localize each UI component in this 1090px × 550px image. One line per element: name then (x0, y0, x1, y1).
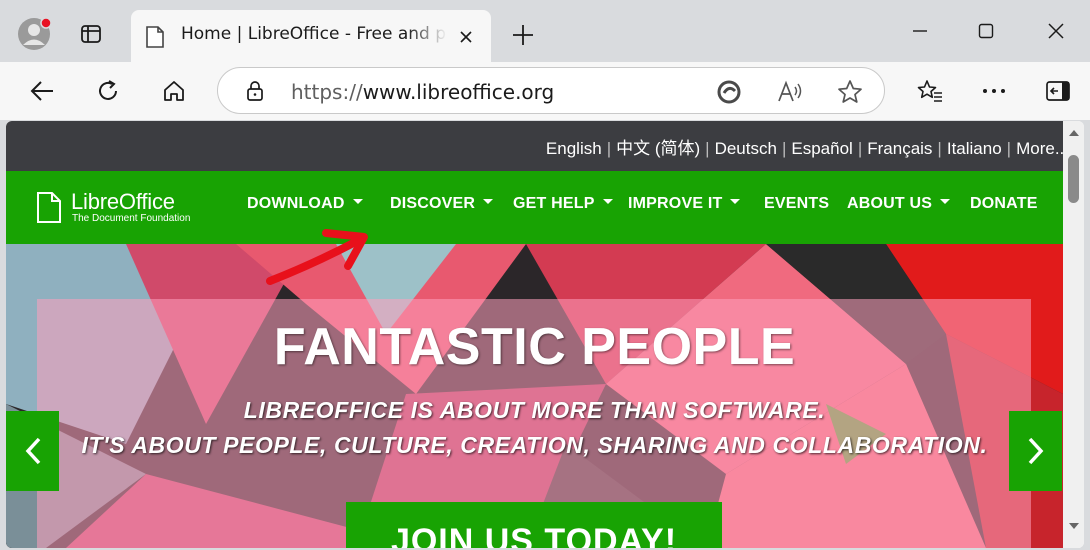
url-host: www.libreoffice.org (362, 80, 555, 104)
hero-headline: FANTASTIC PEOPLE (273, 318, 796, 376)
nav-about-us-label: ABOUT US (847, 195, 933, 212)
hero-carousel: FANTASTIC PEOPLE LIBREOFFICE IS ABOUT MO… (6, 244, 1063, 548)
plus-icon (513, 25, 533, 45)
caret-down-icon (730, 199, 741, 205)
nav-download-label: DOWNLOAD (247, 195, 345, 212)
main-navigation: LibreOffice The Document Foundation DOWN… (6, 171, 1063, 244)
chevron-right-icon (1028, 437, 1043, 465)
browser-toolbar: https://www.libreoffice.org (0, 62, 1090, 120)
close-icon (1048, 23, 1064, 39)
maximize-icon (978, 23, 994, 39)
join-us-button[interactable]: JOIN US TODAY! (346, 502, 722, 548)
language-link[interactable]: 中文 (简体) (616, 139, 700, 158)
minimize-button[interactable] (900, 14, 940, 48)
close-icon (460, 31, 472, 43)
nav-events[interactable]: EVENTS (764, 195, 829, 213)
scroll-down-icon[interactable] (1068, 522, 1080, 530)
nav-discover[interactable]: DISCOVER (390, 195, 494, 213)
favorite-star-icon[interactable] (836, 78, 864, 106)
caret-down-icon (352, 199, 363, 205)
favorites-button[interactable] (910, 72, 950, 110)
nav-get-help[interactable]: GET HELP (513, 195, 613, 213)
edge-refresh-icon[interactable] (716, 79, 742, 105)
language-more-link[interactable]: More... (1016, 139, 1063, 158)
page-viewport: English | 中文 (简体) | Deutsch | Español | Français… (6, 121, 1063, 548)
language-link[interactable]: Italiano (947, 139, 1002, 158)
carousel-prev-button[interactable] (6, 411, 59, 491)
url-scheme: https:// (291, 80, 363, 104)
favorites-list-icon (917, 80, 942, 102)
tab-actions-button[interactable] (75, 18, 107, 50)
refresh-button[interactable] (88, 72, 128, 110)
nav-donate[interactable]: DONATE (970, 195, 1038, 213)
language-bar: English | 中文 (简体) | Deutsch | Español | Français… (6, 121, 1063, 171)
ellipsis-icon (983, 89, 1005, 93)
close-window-button[interactable] (1036, 14, 1076, 48)
read-aloud-icon[interactable] (776, 79, 804, 105)
browser-tab-active[interactable]: Home | LibreOffice - Free and private of… (131, 10, 491, 62)
scrollbar-thumb[interactable] (1068, 155, 1079, 203)
hero-subline-1: LIBREOFFICE IS ABOUT MORE THAN SOFTWARE. (243, 397, 826, 423)
nav-discover-label: DISCOVER (390, 195, 476, 212)
title-bar: Home | LibreOffice - Free and private of… (0, 0, 1090, 62)
home-icon (164, 81, 184, 101)
caret-down-icon (602, 199, 613, 205)
caret-down-icon (483, 199, 494, 205)
nav-improve-it[interactable]: IMPROVE IT (628, 195, 741, 213)
logo-name: LibreOffice (71, 189, 175, 214)
logo-tagline: The Document Foundation (72, 213, 191, 224)
url-text[interactable]: https://www.libreoffice.org (291, 80, 554, 104)
nav-events-label: EVENTS (764, 195, 830, 212)
language-link[interactable]: Français (867, 139, 932, 158)
tab-actions-icon (81, 25, 101, 43)
annotation-arrow-icon (266, 229, 368, 285)
back-arrow-icon (30, 81, 53, 101)
sidebar-icon (1046, 81, 1070, 101)
libreoffice-logo[interactable]: LibreOffice The Document Foundation (36, 189, 206, 227)
page-favicon-icon (146, 26, 164, 48)
language-link[interactable]: Deutsch (715, 139, 777, 158)
nav-about-us[interactable]: ABOUT US (847, 195, 951, 213)
logo-document-icon (37, 192, 61, 223)
nav-get-help-label: GET HELP (513, 195, 595, 212)
page-scrollbar[interactable] (1063, 121, 1084, 548)
web-page: English | 中文 (简体) | Deutsch | Español | Français… (6, 121, 1084, 548)
nav-donate-label: DONATE (970, 195, 1038, 212)
hero-subline-2: IT'S ABOUT PEOPLE, CULTURE, CREATION, SH… (81, 432, 988, 458)
language-link[interactable]: English (546, 139, 602, 158)
tab-title: Home | LibreOffice - Free and private of… (181, 24, 447, 44)
nav-improve-it-label: IMPROVE IT (628, 195, 723, 212)
sidebar-toggle-button[interactable] (1038, 72, 1078, 110)
profile-avatar-icon (18, 17, 52, 50)
profile-button[interactable] (14, 14, 54, 54)
new-tab-button[interactable] (506, 18, 540, 52)
language-link[interactable]: Español (791, 139, 852, 158)
language-list: English | 中文 (简体) | Deutsch | Español | Français… (546, 134, 1063, 159)
carousel-next-button[interactable] (1009, 411, 1062, 491)
home-button[interactable] (154, 72, 194, 110)
minimize-icon (913, 30, 927, 32)
more-options-button[interactable] (974, 72, 1014, 110)
chevron-left-icon (25, 437, 40, 465)
back-button[interactable] (22, 72, 62, 110)
caret-down-icon (940, 199, 951, 205)
address-bar[interactable]: https://www.libreoffice.org (217, 67, 885, 114)
lock-icon[interactable] (246, 80, 264, 102)
maximize-button[interactable] (966, 14, 1006, 48)
scroll-up-icon[interactable] (1068, 129, 1080, 137)
close-tab-button[interactable] (453, 24, 479, 50)
refresh-icon (99, 80, 117, 100)
